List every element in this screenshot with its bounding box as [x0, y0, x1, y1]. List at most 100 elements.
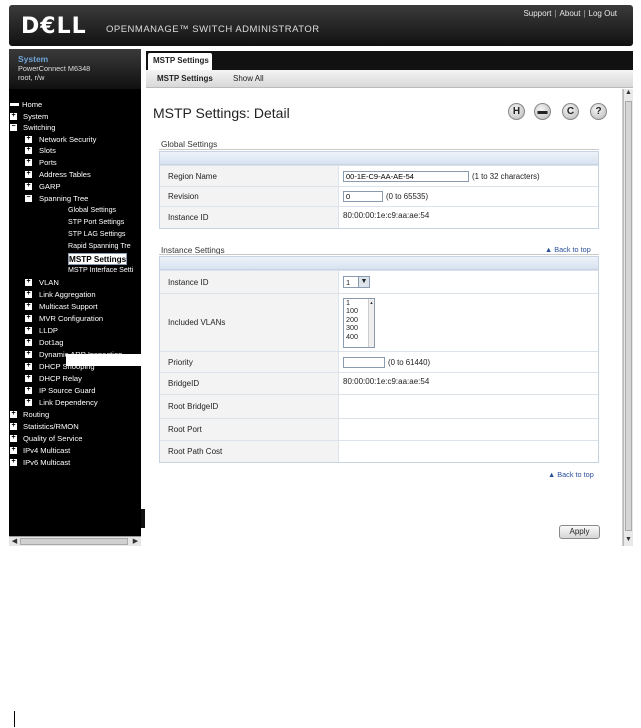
- tree-label: Switching: [23, 123, 56, 132]
- tree-item-system[interactable]: + System: [9, 111, 48, 122]
- apply-button[interactable]: Apply: [559, 525, 600, 539]
- expand-icon[interactable]: +: [25, 302, 32, 310]
- back-to-top-link[interactable]: ▲ Back to top: [545, 245, 591, 254]
- expand-icon[interactable]: +: [25, 326, 32, 334]
- logout-link[interactable]: Log Out: [589, 9, 617, 18]
- root-path-cost-value: [338, 441, 598, 462]
- tree-item-link-dependency[interactable]: + Link Dependency: [9, 397, 98, 408]
- tree-item-mstp-interface-settings[interactable]: MSTP Interface Setti: [68, 265, 133, 276]
- tree-item-quality-of-service[interactable]: + Quality of Service: [9, 433, 83, 444]
- scroll-right-icon[interactable]: ▶: [131, 537, 140, 546]
- device-info: System PowerConnect M6348 root, r/w: [9, 49, 141, 89]
- back-to-top-link-bottom[interactable]: ▲ Back to top: [548, 470, 594, 479]
- table-header: [160, 257, 598, 270]
- global-settings-table: Region Name (1 to 32 characters) Revisio…: [159, 151, 599, 229]
- tree-item-stp-port-settings[interactable]: STP Port Settings: [68, 217, 124, 228]
- tree-item-vlan[interactable]: + VLAN: [9, 277, 59, 288]
- tree-horizontal-scrollbar[interactable]: ◀ ▶: [9, 536, 141, 546]
- tree-item-address-tables[interactable]: + Address Tables: [9, 169, 91, 180]
- revision-input[interactable]: [343, 191, 383, 202]
- tree-item-mvr-configuration[interactable]: + MVR Configuration: [9, 313, 103, 324]
- expand-icon[interactable]: +: [25, 135, 32, 143]
- tree-item-routing[interactable]: + Routing: [9, 409, 49, 420]
- scrollbar-thumb[interactable]: [20, 538, 128, 545]
- scroll-down-icon[interactable]: ▼: [624, 536, 633, 546]
- refresh-icon[interactable]: C: [562, 103, 579, 120]
- tree-item-garp[interactable]: + GARP: [9, 181, 61, 192]
- expand-icon[interactable]: +: [10, 446, 17, 454]
- expand-icon[interactable]: +: [25, 146, 32, 154]
- tree-item-link-aggregation[interactable]: + Link Aggregation: [9, 289, 96, 300]
- tree-label: Dynamic ARP Inspection: [39, 350, 123, 359]
- region-name-input[interactable]: [343, 170, 469, 182]
- tree-item-home[interactable]: Home: [9, 99, 42, 110]
- priority-row: Priority (0 to 61440): [160, 351, 598, 372]
- tree-item-stp-lag-settings[interactable]: STP LAG Settings: [68, 229, 125, 240]
- collapse-icon[interactable]: −: [10, 123, 17, 131]
- save-icon[interactable]: H: [508, 103, 525, 120]
- tree-item-multicast-support[interactable]: + Multicast Support: [9, 301, 98, 312]
- print-icon[interactable]: ▬: [534, 103, 551, 120]
- expand-icon[interactable]: +: [25, 398, 32, 406]
- instance-id-value: 80:00:00:1e:c9:aa:ae:54: [338, 207, 598, 228]
- region-name-hint: (1 to 32 characters): [472, 171, 540, 181]
- subtab-show-all[interactable]: Show All: [233, 74, 264, 83]
- home-icon: [10, 103, 19, 106]
- about-link[interactable]: About: [560, 9, 581, 18]
- list-scrollbar[interactable]: ▲: [368, 298, 374, 347]
- tree-item-switching[interactable]: − Switching: [9, 122, 56, 133]
- scroll-left-icon[interactable]: ◀: [10, 537, 19, 546]
- scroll-up-icon[interactable]: ▲: [624, 89, 633, 99]
- subtab-mstp-settings[interactable]: MSTP Settings: [157, 74, 213, 83]
- included-vlans-list[interactable]: 1 100 200 300 400 ▲: [343, 297, 375, 348]
- content-vertical-scrollbar[interactable]: ▲ ▼: [623, 89, 633, 546]
- bridge-id-row: BridgeID 80:00:00:1e:c9:aa:ae:54: [160, 372, 598, 394]
- expand-icon[interactable]: +: [10, 434, 17, 442]
- tree-item-dynamic-arp-inspection[interactable]: + Dynamic ARP Inspection: [9, 349, 122, 360]
- expand-icon[interactable]: +: [10, 112, 17, 120]
- tree-item-ipv4-multicast[interactable]: + IPv4 Multicast: [9, 445, 70, 456]
- tree-label: GARP: [39, 182, 61, 191]
- chevron-down-icon[interactable]: ▼: [358, 277, 369, 287]
- panel-resize-handle[interactable]: [141, 509, 145, 528]
- expand-icon[interactable]: +: [25, 182, 32, 190]
- expand-icon[interactable]: +: [10, 422, 17, 430]
- tree-item-slots[interactable]: + Slots: [9, 145, 56, 156]
- expand-icon[interactable]: +: [25, 158, 32, 166]
- expand-icon[interactable]: +: [25, 386, 32, 394]
- expand-icon[interactable]: +: [10, 410, 17, 418]
- expand-icon[interactable]: +: [25, 170, 32, 178]
- expand-icon[interactable]: +: [25, 362, 32, 370]
- tree-item-network-security[interactable]: + Network Security: [9, 134, 96, 145]
- tree-item-dhcp-relay[interactable]: + DHCP Relay: [9, 373, 82, 384]
- tree-item-statistics-rmon[interactable]: + Statistics/RMON: [9, 421, 79, 432]
- expand-icon[interactable]: +: [25, 350, 32, 358]
- tree-item-ipv6-multicast[interactable]: + IPv6 Multicast: [9, 457, 70, 468]
- expand-icon[interactable]: +: [25, 278, 32, 286]
- tree-item-lldp[interactable]: + LLDP: [9, 325, 58, 336]
- tree-item-spanning-tree[interactable]: − Spanning Tree: [9, 193, 88, 204]
- tree-label: Home: [22, 100, 43, 109]
- tree-item-ip-source-guard[interactable]: + IP Source Guard: [9, 385, 95, 396]
- support-link[interactable]: Support: [523, 9, 551, 18]
- instance-id-cell: 1 ▼: [338, 271, 598, 293]
- tab-mstp-settings[interactable]: MSTP Settings: [148, 53, 212, 70]
- collapse-icon[interactable]: −: [25, 194, 32, 202]
- expand-icon[interactable]: +: [25, 290, 32, 298]
- tree-item-ports[interactable]: + Ports: [9, 157, 57, 168]
- included-vlans-label: Included VLANs: [160, 294, 338, 351]
- content-area: MSTP Settings: Detail H ▬ C ? Global Set…: [146, 89, 623, 546]
- expand-icon[interactable]: +: [25, 314, 32, 322]
- expand-icon[interactable]: +: [25, 338, 32, 346]
- tree-item-global-settings[interactable]: Global Settings: [68, 205, 116, 216]
- tree-item-mstp-settings[interactable]: MSTP Settings: [68, 253, 128, 265]
- scrollbar-thumb[interactable]: [625, 101, 632, 531]
- priority-input[interactable]: [343, 356, 385, 368]
- expand-icon[interactable]: +: [25, 374, 32, 382]
- instance-id-select[interactable]: 1 ▼: [343, 276, 370, 288]
- tree-item-dot1ag[interactable]: + Dot1ag: [9, 337, 64, 348]
- help-icon[interactable]: ?: [590, 103, 607, 120]
- tree-item-rapid-spanning-tree[interactable]: Rapid Spanning Tre: [68, 241, 131, 252]
- expand-icon[interactable]: +: [10, 458, 17, 466]
- tree-item-dhcp-snooping[interactable]: + DHCP Snooping: [9, 361, 95, 372]
